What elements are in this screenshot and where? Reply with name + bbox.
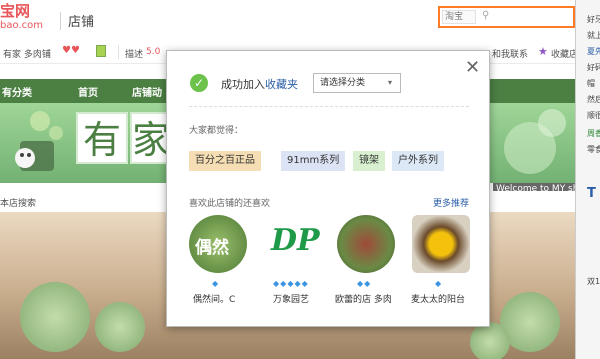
right-side-panel: 好牙 就上 夏先 好码 帽 然后 顺很 周香 零食 T 双11 — [575, 0, 600, 359]
shop-badge-text: DP — [271, 223, 320, 258]
panel-item[interactable]: 帽 — [587, 78, 595, 89]
shop-rating: ◆◆ — [357, 279, 381, 289]
panel-item[interactable]: 然后 — [587, 94, 600, 105]
recommend-title: 喜欢此店铺的还喜欢 — [189, 199, 271, 209]
shop-name[interactable]: 欧蕾的店 多肉 — [335, 292, 392, 305]
diamond-icon: ◆ — [435, 279, 442, 288]
chevron-down-icon: ▾ — [388, 78, 393, 87]
diamond-icon: ◆ — [364, 279, 371, 288]
shop-rating: ◆ — [435, 279, 447, 289]
diamond-icon: ◆ — [287, 279, 294, 288]
close-icon[interactable]: ✕ — [465, 59, 480, 77]
divider — [189, 106, 469, 107]
shop-thumbnail[interactable]: 偶然 — [189, 215, 247, 273]
category-select[interactable]: 请选择分类 ▾ — [313, 73, 401, 93]
diamond-icon: ◆ — [357, 279, 364, 288]
panel-item[interactable]: 好牙 — [587, 14, 600, 25]
panel-item[interactable]: 零食 — [587, 144, 600, 155]
shop-thumbnail[interactable] — [337, 215, 395, 273]
shop-thumbnail[interactable]: DP — [265, 215, 323, 273]
tag-item[interactable]: 镜架 — [353, 151, 385, 171]
shop-name[interactable]: 麦太太的阳台 — [411, 292, 465, 305]
panel-item[interactable]: 顺很 — [587, 110, 600, 121]
shop-badge-text: 偶然 — [195, 238, 229, 258]
success-check-icon: ✓ — [190, 74, 208, 92]
panel-item[interactable]: 好码 — [587, 62, 600, 73]
panel-item[interactable]: 双11 — [587, 276, 600, 287]
shop-thumbnail[interactable] — [412, 215, 470, 273]
favorites-link[interactable]: 收藏夹 — [265, 78, 298, 91]
add-favorite-dialog: ✕ ✓ 成功加入收藏夹 请选择分类 ▾ 大家都觉得： 百分之百正品 91mm系列… — [166, 50, 490, 327]
font-tool-icon[interactable]: T — [587, 186, 596, 201]
success-prefix: 成功加入 — [221, 78, 265, 91]
diamond-icon: ◆ — [301, 279, 308, 288]
shop-rating: ◆ — [212, 279, 224, 289]
diamond-icon: ◆ — [212, 279, 219, 288]
more-recommendations-link[interactable]: 更多推荐 — [433, 196, 469, 209]
diamond-icon: ◆ — [273, 279, 280, 288]
shop-name[interactable]: 偶然间。C — [193, 292, 235, 305]
success-message: 成功加入收藏夹 — [221, 76, 298, 92]
diamond-icon: ◆ — [280, 279, 287, 288]
panel-item[interactable]: 周香 — [587, 128, 600, 139]
panel-item[interactable]: 夏先 — [587, 46, 600, 57]
shop-rating: ◆◆◆◆◆ — [273, 279, 318, 289]
tag-item[interactable]: 91mm系列 — [281, 151, 346, 171]
diamond-icon: ◆ — [294, 279, 301, 288]
shop-name[interactable]: 万象园艺 — [273, 292, 309, 305]
panel-item[interactable]: 就上 — [587, 30, 600, 41]
tags-title: 大家都觉得： — [189, 126, 244, 136]
category-select-value: 请选择分类 — [320, 78, 366, 88]
tag-item[interactable]: 户外系列 — [392, 151, 444, 171]
tag-item[interactable]: 百分之百正品 — [189, 151, 261, 171]
